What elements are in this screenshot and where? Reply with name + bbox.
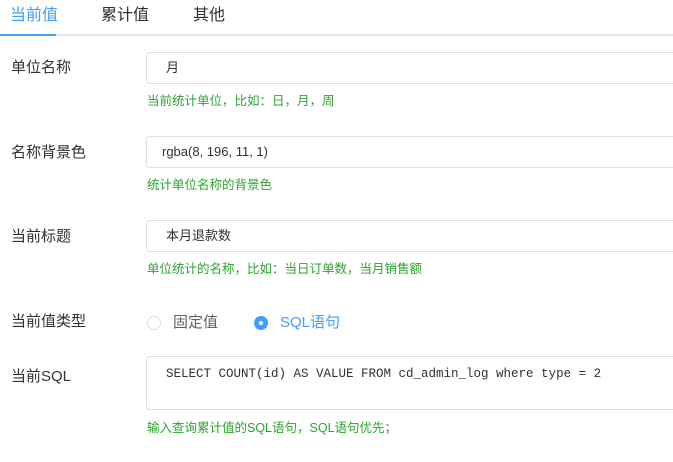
tab-bar: 当前值 累计值 其他 (0, 0, 673, 36)
name-bg-color-hint: 统计单位名称的背景色 (147, 178, 273, 192)
radio-checked-icon (254, 316, 268, 330)
active-tab-indicator (0, 34, 56, 36)
unit-name-hint: 当前统计单位，比如：日，月，周 (147, 94, 335, 108)
radio-unchecked-icon (147, 316, 161, 330)
value-type-label: 当前值类型 (11, 313, 87, 330)
current-sql-hint: 输入查询累计值的SQL语句，SQL语句优先； (147, 421, 398, 435)
current-title-input[interactable]: 本月退款数 (146, 220, 673, 252)
current-sql-textarea[interactable]: SELECT COUNT(id) AS VALUE FROM cd_admin_… (146, 356, 673, 410)
name-bg-color-input[interactable]: rgba(8, 196, 11, 1) (146, 136, 673, 168)
radio-sql-statement[interactable]: SQL语句 (254, 313, 340, 333)
unit-name-input[interactable]: 月 (146, 52, 673, 84)
current-sql-label: 当前SQL (11, 368, 72, 385)
current-title-hint: 单位统计的名称，比如：当日订单数，当月销售额 (147, 262, 423, 276)
radio-fixed-value-label: 固定值 (173, 314, 219, 331)
radio-sql-statement-label: SQL语句 (280, 314, 341, 331)
tab-current-value[interactable]: 当前值 (10, 6, 58, 26)
tab-cumulative-value[interactable]: 累计值 (101, 6, 149, 26)
unit-name-label: 单位名称 (11, 59, 72, 76)
current-title-label: 当前标题 (11, 228, 72, 245)
name-bg-color-label: 名称背景色 (11, 144, 87, 161)
tab-other[interactable]: 其他 (193, 6, 225, 26)
radio-fixed-value[interactable]: 固定值 (147, 313, 218, 333)
